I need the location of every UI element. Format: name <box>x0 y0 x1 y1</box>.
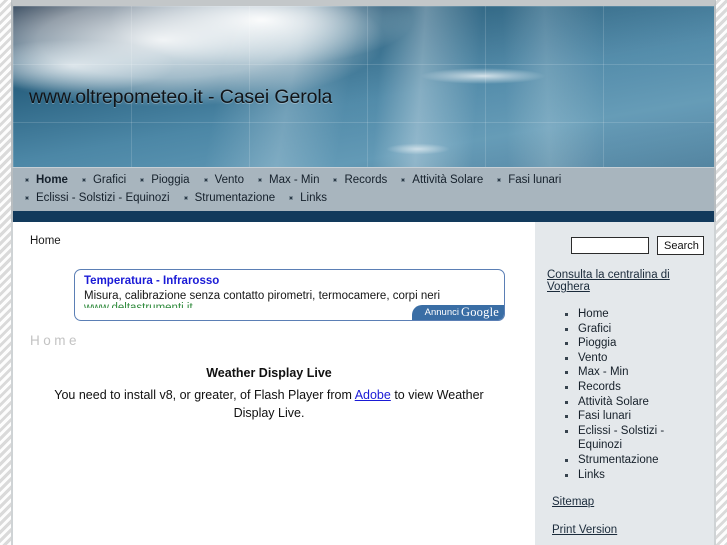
nav-item-label: Grafici <box>92 174 127 186</box>
sidebar-item-attivita-solare[interactable]: Attività Solare <box>565 395 704 410</box>
bullet-icon <box>81 178 86 182</box>
sidebar-item-eclissi-solstizi-equinozi[interactable]: Eclissi - Solstizi - Equinozi <box>565 424 704 453</box>
nav-item-label: Max - Min <box>268 174 320 186</box>
nav-item-max-min[interactable]: Max - Min <box>257 172 320 190</box>
bullet-icon <box>257 178 262 182</box>
bullet-icon <box>203 178 208 182</box>
flash-player-notice: You need to install v8, or greater, of F… <box>35 386 503 422</box>
nav-item-links[interactable]: Links <box>289 190 327 208</box>
body-columns: Home Temperatura - Infrarosso Misura, ca… <box>11 222 716 545</box>
nav-item-label: Records <box>344 174 388 186</box>
bullet-icon <box>140 178 145 182</box>
bullet-icon <box>25 195 29 200</box>
sidebar-item-max-min[interactable]: Max - Min <box>565 365 704 380</box>
sidebar-item-pioggia[interactable]: Pioggia <box>565 336 704 351</box>
nav-item-label: Eclissi - Solstizi - Equinozi <box>36 191 170 204</box>
google-wordmark: Google <box>461 305 499 320</box>
bullet-icon <box>25 178 29 182</box>
nav-item-records[interactable]: Records <box>333 172 387 190</box>
ad-title-link[interactable]: Temperatura - Infrarosso <box>84 274 496 288</box>
bullet-icon <box>289 195 294 200</box>
main-nav-row-primary: Home Grafici Pioggia Vento Max - Min Records A… <box>25 172 714 190</box>
weather-display-live-block: Weather Display Live You need to install… <box>21 366 517 422</box>
nav-item-label: Fasi lunari <box>508 174 562 186</box>
nav-item-label: Vento <box>214 174 244 186</box>
nav-item-label: Strumentazione <box>194 191 276 204</box>
sidebar-item-home[interactable]: Home <box>565 307 704 322</box>
nav-item-fasi-lunari[interactable]: Fasi lunari <box>497 172 561 190</box>
nav-item-label: Attività Solare <box>412 174 484 186</box>
ad-badge-prefix: Annunci <box>424 307 459 319</box>
sidebar-link-voghera[interactable]: Consulta la centralina di Voghera <box>547 269 704 293</box>
sidebar-footer-links: Sitemap Print Version Mailform <box>552 496 704 545</box>
nav-item-grafici[interactable]: Grafici <box>81 172 127 190</box>
sidebar-item-fasi-lunari[interactable]: Fasi lunari <box>565 409 704 424</box>
search-form: Search <box>571 236 704 256</box>
nav-item-pioggia[interactable]: Pioggia <box>140 172 190 190</box>
sidebar-nav-list: Home Grafici Pioggia Vento Max - Min Rec… <box>547 307 704 482</box>
sitemap-link[interactable]: Sitemap <box>552 496 704 508</box>
search-input[interactable] <box>571 237 649 255</box>
nav-item-attivita-solare[interactable]: Attività Solare <box>401 172 483 190</box>
navy-divider-bar <box>11 211 716 223</box>
right-sidebar: Search Consulta la centralina di Voghera… <box>535 222 714 545</box>
main-content-column: Home Temperatura - Infrarosso Misura, ca… <box>13 222 535 545</box>
sidebar-item-links[interactable]: Links <box>565 468 704 483</box>
notice-text-before: You need to install v8, or greater, of F… <box>54 388 355 403</box>
page-container: www.oltrepometeo.it - Casei Gerola Home G… <box>11 0 716 545</box>
site-title: www.oltrepometeo.it - Casei Gerola <box>29 86 333 108</box>
nav-item-vento[interactable]: Vento <box>203 172 244 190</box>
print-version-link[interactable]: Print Version <box>552 524 704 536</box>
bullet-icon <box>183 195 188 200</box>
sidebar-item-grafici[interactable]: Grafici <box>565 322 704 337</box>
nav-item-label: Pioggia <box>151 174 190 186</box>
nav-item-eclissi-solstizi-equinozi[interactable]: Eclissi - Solstizi - Equinozi <box>25 190 170 208</box>
nav-item-home[interactable]: Home <box>25 172 68 190</box>
main-nav-row-secondary: Eclissi - Solstizi - Equinozi Strumentazi… <box>25 190 714 208</box>
sidebar-item-vento[interactable]: Vento <box>565 351 704 366</box>
main-navigation: Home Grafici Pioggia Vento Max - Min Records A… <box>11 167 716 212</box>
bullet-icon <box>497 178 502 182</box>
sidebar-item-records[interactable]: Records <box>565 380 704 395</box>
page-title-watermark: Home <box>30 333 81 349</box>
sidebar-item-strumentazione[interactable]: Strumentazione <box>565 453 704 468</box>
weather-display-live-title: Weather Display Live <box>206 366 332 381</box>
google-ads-badge[interactable]: Annunci Google <box>411 305 504 321</box>
site-header-banner: www.oltrepometeo.it - Casei Gerola <box>11 0 716 167</box>
nav-item-label: Links <box>300 191 327 204</box>
breadcrumb: Home <box>30 235 61 248</box>
adobe-link[interactable]: Adobe <box>355 388 391 402</box>
bullet-icon <box>401 178 406 182</box>
search-button[interactable]: Search <box>657 236 704 256</box>
nav-item-label: Home <box>36 174 68 186</box>
ad-description: Misura, calibrazione senza contatto piro… <box>84 290 441 303</box>
bullet-icon <box>333 178 338 182</box>
google-ad-block[interactable]: Temperatura - Infrarosso Misura, calibra… <box>74 269 505 322</box>
nav-item-strumentazione[interactable]: Strumentazione <box>183 190 276 208</box>
